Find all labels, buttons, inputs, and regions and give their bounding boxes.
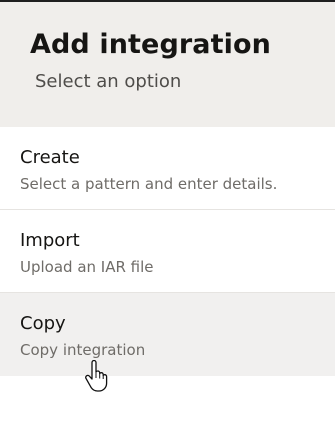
option-label: Copy [20,313,66,334]
option-description: Upload an IAR file [20,258,154,276]
option-list: Create Select a pattern and enter detail… [0,127,335,376]
option-description: Copy integration [20,341,146,359]
option-label: Import [20,230,80,251]
add-integration-panel: Add integration Select an option Create … [0,0,335,446]
option-import[interactable]: Import Upload an IAR file [0,210,335,293]
hand-pointer-icon [85,360,108,392]
option-label: Create [20,147,80,168]
option-copy[interactable]: Copy Copy integration [0,293,335,376]
option-create[interactable]: Create Select a pattern and enter detail… [0,127,335,210]
option-description: Select a pattern and enter details. [20,175,278,193]
panel-subtitle: Select an option [35,71,182,92]
panel-header: Add integration Select an option [0,2,335,127]
panel-title: Add integration [30,29,271,60]
